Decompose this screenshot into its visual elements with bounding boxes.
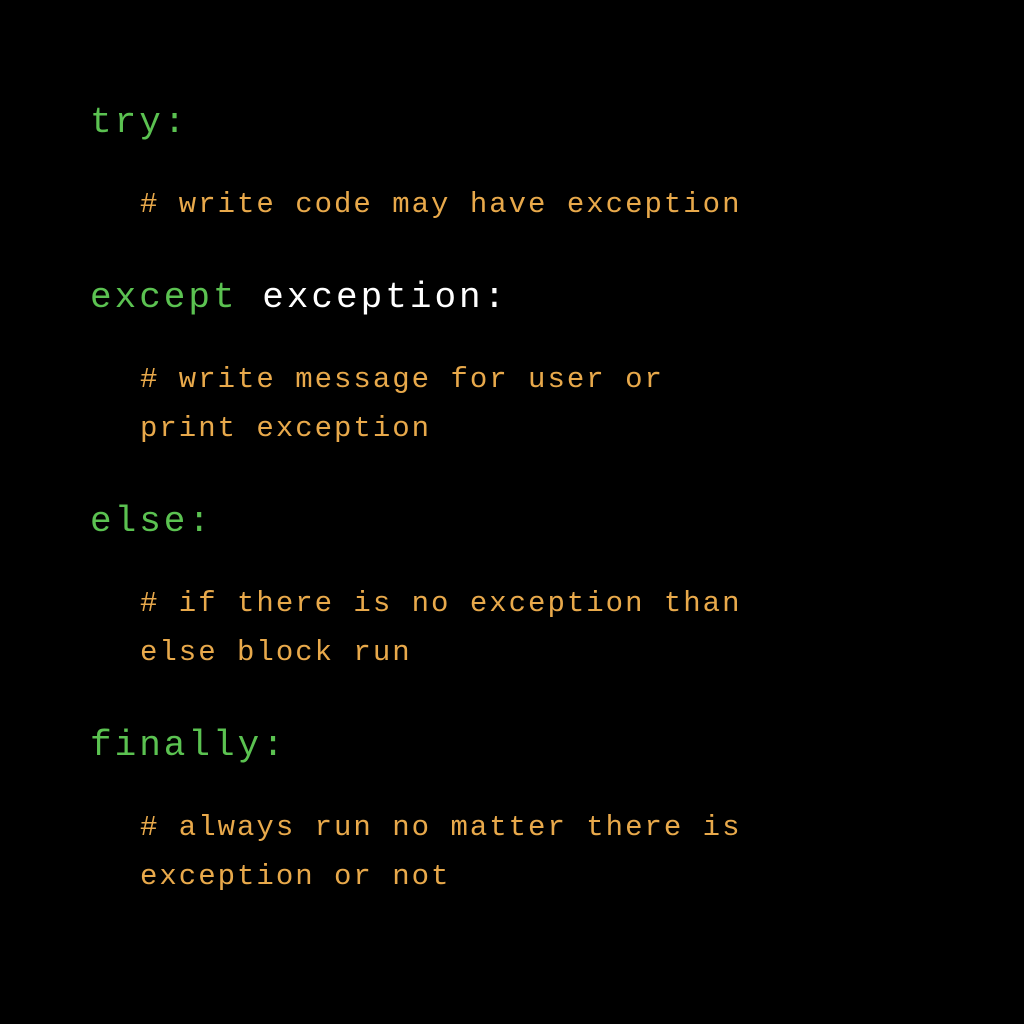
else-comment-line1: # if there is no exception than [90,584,934,625]
finally-comment-line2: exception or not [90,857,934,898]
except-keyword: except [90,277,238,318]
try-keyword: try: [90,102,188,143]
finally-comment-line1: # always run no matter there is [90,808,934,849]
try-line: try: [90,100,934,147]
finally-line: finally: [90,723,934,770]
exception-identifier: exception: [238,277,509,318]
except-comment-line2: print exception [90,409,934,450]
else-keyword: else: [90,501,213,542]
try-comment: # write code may have exception [90,185,934,226]
except-line: except exception: [90,275,934,322]
else-comment-line2: else block run [90,633,934,674]
else-line: else: [90,499,934,546]
except-comment-line1: # write message for user or [90,360,934,401]
code-snippet: try: # write code may have exception exc… [90,100,934,897]
finally-keyword: finally: [90,725,287,766]
